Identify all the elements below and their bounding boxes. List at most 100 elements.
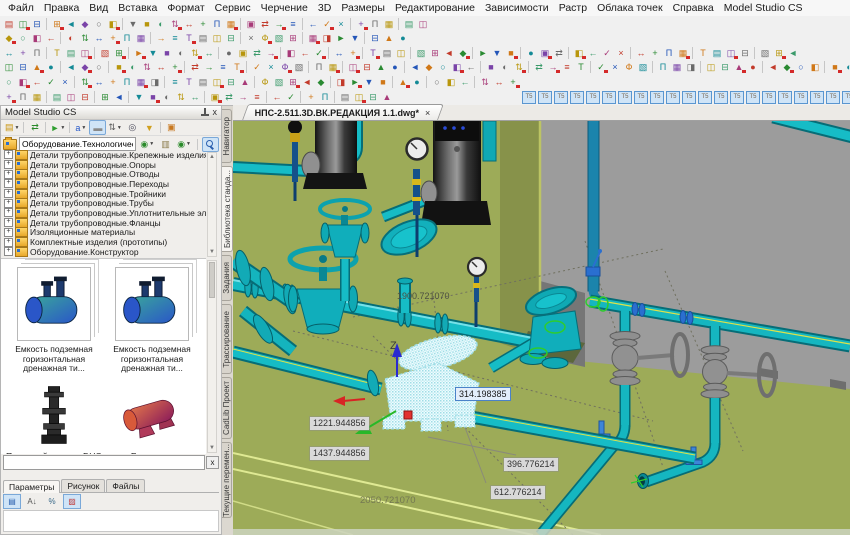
te-button[interactable]: Т5 [618, 91, 632, 104]
thumbnail-image[interactable] [115, 267, 189, 341]
te-button[interactable]: Т5 [730, 91, 744, 104]
toolbar-icon[interactable]: ◧ [30, 32, 44, 44]
toolbar-icon[interactable]: ⊞ [112, 47, 126, 59]
toolbar-icon[interactable]: Т [696, 47, 710, 59]
tree-item[interactable]: +Детали трубопроводные.Уплотнительные эл… [4, 208, 206, 218]
thumbs-scrollbar[interactable]: ▼ [207, 260, 217, 453]
menu-item-3[interactable]: Вставка [113, 2, 162, 14]
paste-props-icon[interactable]: ▣ [163, 120, 180, 135]
toolbar-icon[interactable]: ◫ [210, 76, 224, 88]
toolbar-icon[interactable]: ↔ [202, 47, 216, 59]
grip-point[interactable] [404, 411, 412, 419]
expand-icon[interactable]: + [4, 208, 13, 217]
toolbar-icon[interactable]: × [244, 32, 258, 44]
toolbar-icon[interactable]: ▦ [134, 76, 148, 88]
te-button[interactable]: Т5 [762, 91, 776, 104]
tree-item[interactable]: +Оборудование.Конструктор [4, 247, 206, 257]
toolbar-icon[interactable]: ≡ [168, 76, 182, 88]
thumbnail-item[interactable]: Емкость подземная горизонтальная дренажн… [5, 267, 103, 374]
toolbar-icon[interactable]: ▦ [326, 61, 340, 73]
side-tab-2[interactable]: Задания [222, 255, 232, 301]
toolbar-icon[interactable]: ⇅ [478, 76, 492, 88]
toolbar-icon[interactable]: ⇅ [174, 91, 188, 103]
toolbar-icon[interactable]: ◄ [112, 91, 126, 103]
menu-item-7[interactable]: 3D [313, 2, 336, 14]
toolbar-icon[interactable]: ← [298, 47, 312, 59]
library-combo[interactable] [19, 137, 136, 151]
toolbar-icon[interactable]: П [368, 18, 382, 30]
toolbar-icon[interactable]: ✓ [284, 91, 298, 103]
te-button[interactable]: Т5 [634, 91, 648, 104]
te-button[interactable]: Т5 [698, 91, 712, 104]
te-button[interactable]: Т5 [602, 91, 616, 104]
toolbar-icon[interactable]: × [58, 76, 72, 88]
toolbar-icon[interactable]: ▲ [374, 61, 388, 73]
thumbnail-item[interactable]: Емкостное оборудование (пример) [103, 382, 201, 455]
toolbar-icon[interactable]: ◐ [160, 91, 174, 103]
toolbar-icon[interactable]: П [656, 61, 670, 73]
toolbar-icon[interactable]: ◨ [684, 61, 698, 73]
toolbar-icon[interactable]: ○ [436, 61, 450, 73]
side-tab-3[interactable]: Трассирование [222, 304, 232, 374]
thumbnail-item[interactable]: Емкость подземная горизонтальная дренажн… [103, 267, 201, 374]
expand-icon[interactable]: + [4, 179, 13, 188]
toolbar-icon[interactable]: ≡ [286, 18, 300, 30]
toolbar-icon[interactable]: ◫ [78, 47, 92, 59]
toolbar-icon[interactable]: Т [182, 76, 196, 88]
toolbar-icon[interactable]: → [154, 32, 168, 44]
toolbar-icon[interactable]: Т [230, 61, 244, 73]
toolbar-icon[interactable]: + [16, 47, 30, 59]
tree-item[interactable]: +Детали трубопроводные.Переходы [4, 179, 206, 189]
toolbar-icon[interactable]: ⊞ [98, 91, 112, 103]
toolbar-icon[interactable]: ◫ [16, 18, 30, 30]
toolbar-icon[interactable]: ◆ [456, 47, 470, 59]
toolbar-icon[interactable]: ⊞ [428, 47, 442, 59]
toolbar-icon[interactable]: Ф [258, 32, 272, 44]
toolbar-icon[interactable]: ▲ [380, 91, 394, 103]
toolbar-icon[interactable]: ◨ [320, 32, 334, 44]
toolbar-icon[interactable]: ⊟ [224, 76, 238, 88]
toolbar-icon[interactable]: ← [464, 61, 478, 73]
toolbar-icon[interactable]: ◄ [64, 18, 78, 30]
marker-icon[interactable]: a▼ [72, 120, 89, 135]
tree-item[interactable]: +Детали трубопроводные.Трубы [4, 198, 206, 208]
toolbar-icon[interactable]: ▤ [64, 47, 78, 59]
toolbar-icon[interactable]: П [120, 76, 134, 88]
toolbar-icon[interactable]: П [120, 32, 134, 44]
sort-icon[interactable]: ⇅▼ [106, 120, 124, 135]
toolbar-icon[interactable]: ⊟ [738, 47, 752, 59]
toolbar-icon[interactable]: ◧ [106, 18, 120, 30]
toolbar-icon[interactable]: + [304, 91, 318, 103]
toolbar-icon[interactable]: ◧ [572, 47, 586, 59]
tab-Файлы[interactable]: Файлы [106, 479, 145, 492]
toolbar-icon[interactable]: ● [410, 76, 424, 88]
toolbar-icon[interactable]: ● [222, 47, 236, 59]
import-db-icon[interactable]: ⇄ [26, 120, 43, 135]
toolbar-icon[interactable]: ▲ [30, 61, 44, 73]
te-button[interactable]: Т5 [714, 91, 728, 104]
pin-icon[interactable] [200, 108, 209, 117]
toolbar-icon[interactable]: ◆ [314, 76, 328, 88]
percent-icon[interactable]: % [43, 494, 61, 509]
toolbar-icon[interactable]: ◨ [334, 76, 348, 88]
te-button[interactable]: Т5 [810, 91, 824, 104]
menu-item-1[interactable]: Правка [39, 2, 84, 14]
toolbar-icon[interactable]: П [318, 91, 332, 103]
toolbar-icon[interactable]: ○ [794, 61, 808, 73]
toolbar-icon[interactable]: ◐ [126, 61, 140, 73]
toolbar-icon[interactable]: ⇄ [258, 18, 272, 30]
toolbar-icon[interactable]: ▦ [224, 18, 238, 30]
toolbar-icon[interactable]: + [354, 18, 368, 30]
tree-item[interactable]: +Детали трубопроводные.Фланцы [4, 218, 206, 228]
toolbar-icon[interactable]: ▼ [490, 47, 504, 59]
tab-close-icon[interactable]: × [425, 108, 430, 118]
toolbar-icon[interactable]: ◫ [416, 18, 430, 30]
te-button[interactable]: Т5 [586, 91, 600, 104]
toolbar-icon[interactable]: ▤ [196, 32, 210, 44]
te-button[interactable]: Т5 [746, 91, 760, 104]
menu-item-0[interactable]: Файл [3, 2, 39, 14]
toolbar-icon[interactable]: Ф [622, 61, 636, 73]
toolbar-icon[interactable]: ✓ [250, 61, 264, 73]
toolbar-icon[interactable]: ○ [92, 61, 106, 73]
expand-icon[interactable]: + [4, 218, 13, 227]
